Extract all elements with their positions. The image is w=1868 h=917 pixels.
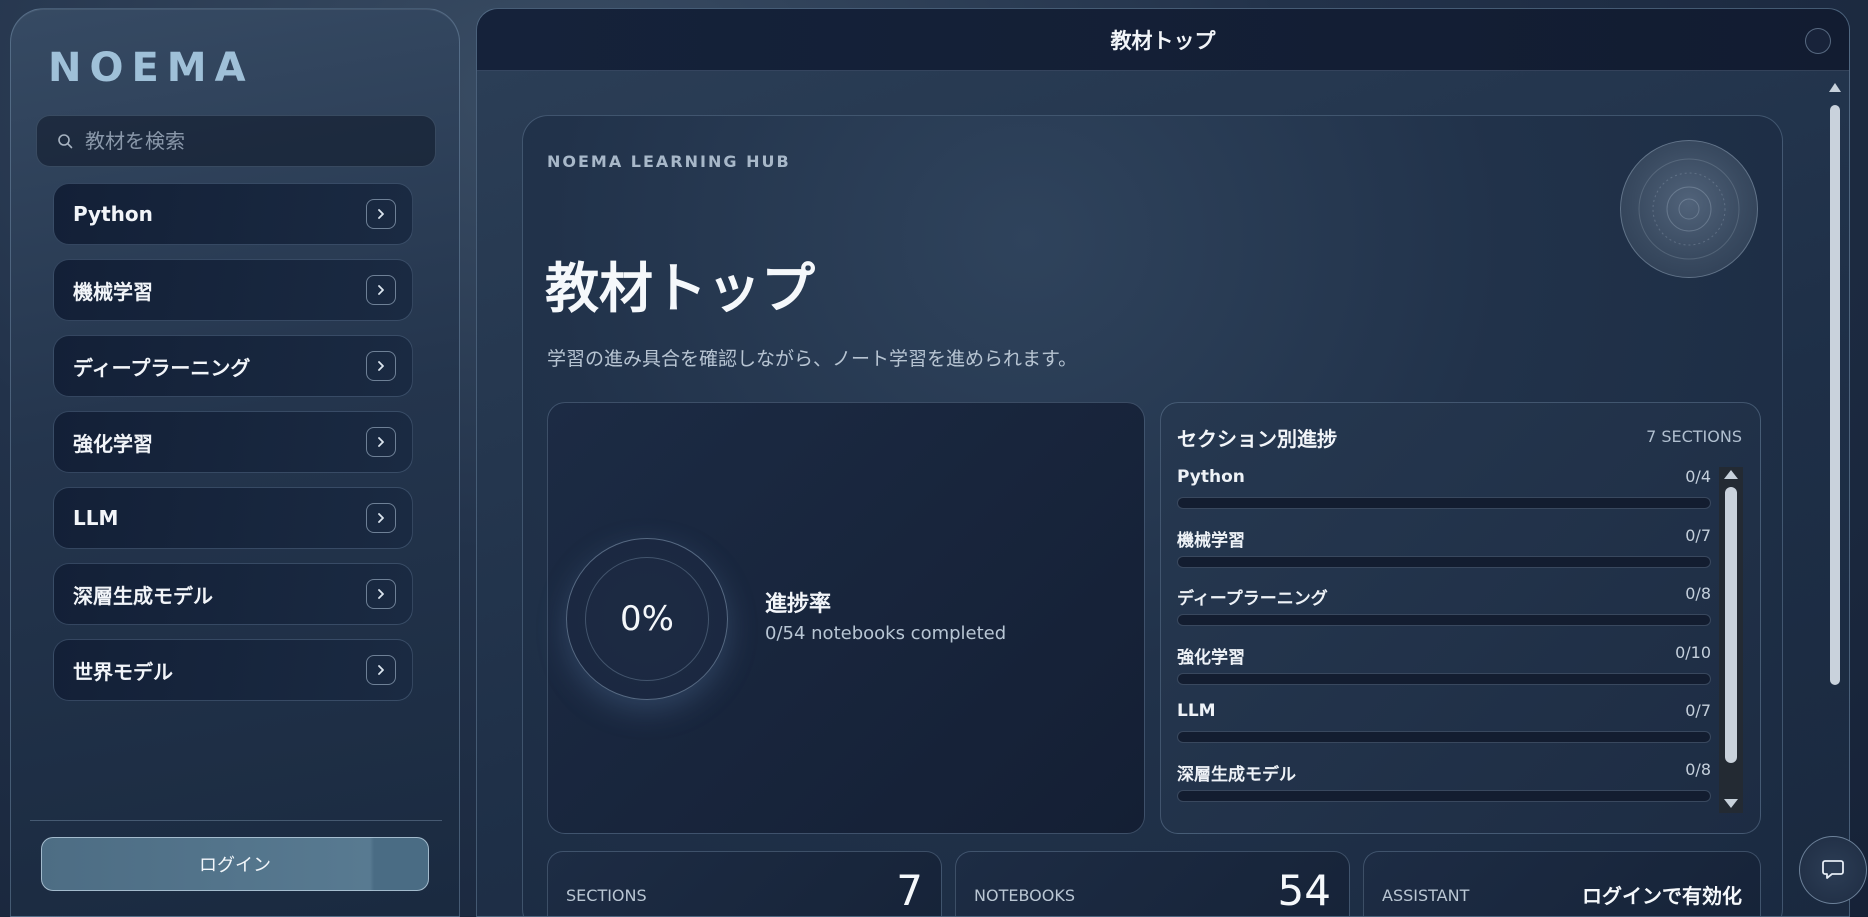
section-row: 強化学習 0/10 [1177,643,1711,702]
sidebar-item-deep-learning[interactable]: ディープラーニング [53,335,413,397]
search-input[interactable] [85,116,435,166]
sidebar-item-label: ディープラーニング [73,355,251,380]
brand-logo[interactable]: NOEMA [48,45,254,91]
sidebar-item-label: 強化学習 [73,431,153,456]
section-progress-bar [1177,789,1711,802]
chevron-right-icon [366,579,396,609]
section-progress-bar [1177,614,1711,626]
section-progress-list[interactable]: Python 0/4 機械学習 0/7 ディープラーニング 0/8 強化学習 0… [1177,467,1711,807]
scroll-thumb[interactable] [1830,105,1840,685]
sidebar-item-machine-learning[interactable]: 機械学習 [53,259,413,321]
page-title: 教材トップ [545,257,815,320]
stat-value: ログインで有効化 [1582,884,1742,908]
section-progress-card: セクション別進捗 7 SECTIONS Python 0/4 機械学習 0/7 … [1160,402,1761,834]
main-window: 教材トップ NOEMA LEARNING HUB 教材トップ 学習の進み具合を確… [476,8,1850,917]
stat-label: SECTIONS [566,886,647,905]
section-count: 0/7 [1685,701,1711,720]
stat-notebooks: NOTEBOOKS 54 [955,851,1350,916]
sidebar-item-label: 機械学習 [73,279,153,304]
section-name: LLM [1177,701,1216,721]
progress-percent: 0% [620,599,674,639]
section-count-label: 7 SECTIONS [1646,427,1742,446]
chat-icon [1820,855,1846,885]
section-count: 0/8 [1685,584,1711,603]
sidebar-item-deep-generative-models[interactable]: 深層生成モデル [53,563,413,625]
section-progress-bar [1177,731,1711,743]
chevron-right-icon [366,351,396,381]
stat-assistant: ASSISTANT ログインで有効化 [1363,851,1761,916]
sidebar-item-world-models[interactable]: 世界モデル [53,639,413,701]
login-button[interactable]: ログイン [41,837,429,891]
scroll-up-icon[interactable] [1724,470,1738,479]
sidebar-divider [30,820,442,821]
window-titlebar: 教材トップ [477,9,1849,71]
sidebar-item-label: Python [73,202,153,226]
sidebar-item-label: LLM [73,506,119,530]
main-scrollbar[interactable] [1827,81,1843,916]
window-title: 教材トップ [1110,28,1216,53]
section-name: 強化学習 [1177,647,1245,668]
section-count: 0/8 [1685,759,1711,779]
chevron-right-icon [366,275,396,305]
section-row: 深層生成モデル 0/8 [1177,760,1711,808]
stat-value: 7 [896,866,923,915]
section-row: ディープラーニング 0/8 [1177,584,1711,643]
orb-decoration-icon [1620,140,1758,278]
sidebar-item-llm[interactable]: LLM [53,487,413,549]
chevron-right-icon [366,655,396,685]
sidebar-item-reinforcement-learning[interactable]: 強化学習 [53,411,413,473]
section-name: Python [1177,467,1245,487]
progress-ring-inner: 0% [585,557,709,681]
chevron-right-icon [366,503,396,533]
chevron-right-icon [366,427,396,457]
section-progress-bar [1177,497,1711,509]
hero-eyebrow: NOEMA LEARNING HUB [547,152,791,171]
chevron-right-icon [366,199,396,229]
sidebar-nav: Python 機械学習 ディープラーニング 強化学習 LLM 深層生成モデル 世… [53,183,413,715]
window-control-icon[interactable] [1805,28,1831,54]
section-row: LLM 0/7 [1177,701,1711,760]
section-name: ディープラーニング [1177,589,1328,609]
stat-sections: SECTIONS 7 [547,851,942,916]
progress-count: 0/54 notebooks completed [765,623,1007,644]
progress-label: 進捗率 [765,592,832,617]
sidebar-item-python[interactable]: Python [53,183,413,245]
progress-card: 0% 進捗率 0/54 notebooks completed [547,402,1145,834]
section-row: Python 0/4 [1177,467,1711,526]
section-list-scrollbar[interactable] [1719,467,1743,813]
section-progress-bar [1177,672,1711,685]
scroll-up-icon[interactable] [1829,83,1841,92]
section-progress-heading: セクション別進捗 [1177,427,1337,451]
section-progress-bar [1177,555,1711,568]
scroll-thumb[interactable] [1725,487,1737,763]
page-subtitle: 学習の進み具合を確認しながら、ノート学習を進められます。 [547,348,1078,370]
sidebar: NOEMA Python 機械学習 ディープラーニング 強化学習 LLM 深層生… [10,8,460,917]
stat-label: ASSISTANT [1382,886,1470,905]
hero-card: NOEMA LEARNING HUB 教材トップ 学習の進み具合を確認しながら、… [522,115,1783,916]
sidebar-item-label: 世界モデル [73,659,173,684]
search-box [36,115,436,167]
section-row: 機械学習 0/7 [1177,526,1711,585]
search-icon [55,131,75,151]
section-count: 0/7 [1685,525,1711,545]
stat-value: 54 [1277,866,1331,915]
section-name: 深層生成モデル [1177,764,1296,785]
section-count: 0/4 [1685,467,1711,486]
section-count: 0/10 [1675,642,1711,662]
chat-button[interactable] [1799,836,1867,904]
sidebar-item-label: 深層生成モデル [73,583,213,608]
section-name: 機械学習 [1177,530,1245,551]
scroll-down-icon[interactable] [1724,799,1738,808]
progress-ring: 0% [566,538,728,700]
stat-label: NOTEBOOKS [974,886,1075,905]
